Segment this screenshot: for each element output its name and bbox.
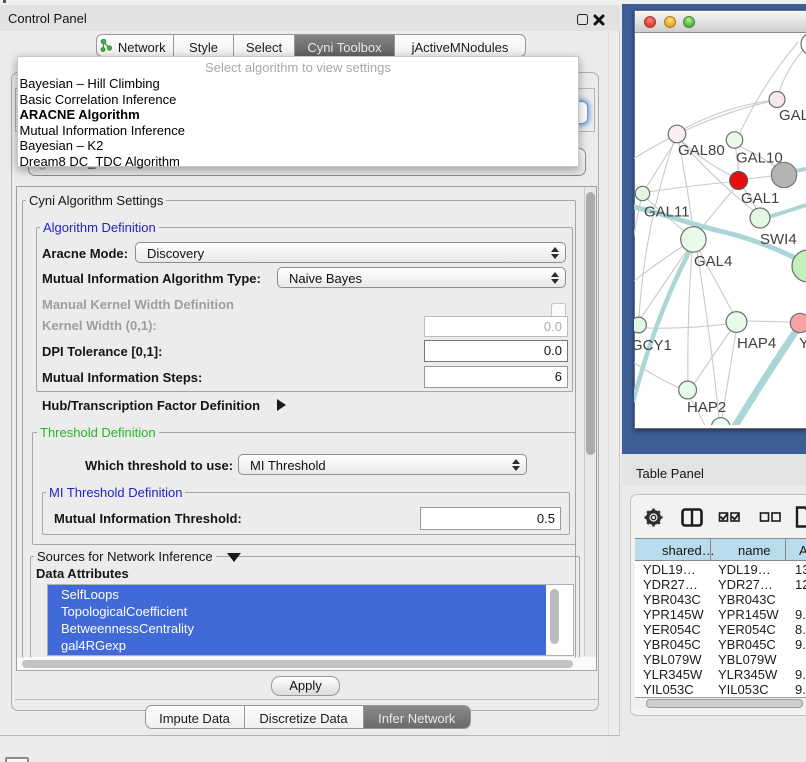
svg-text:GAL4: GAL4 xyxy=(694,253,732,270)
svg-text:GAL1: GAL1 xyxy=(741,190,779,207)
svg-text:Y: Y xyxy=(799,335,806,352)
svg-text:GAL80: GAL80 xyxy=(678,142,725,159)
svg-text:GAL: GAL xyxy=(779,107,806,124)
svg-text:HAP2: HAP2 xyxy=(687,399,726,416)
svg-text:GAL10: GAL10 xyxy=(736,150,783,167)
svg-text:SWI4: SWI4 xyxy=(760,231,797,248)
svg-text:GCY1: GCY1 xyxy=(634,337,672,354)
svg-text:HAP4: HAP4 xyxy=(737,335,776,352)
svg-text:GAL11: GAL11 xyxy=(644,204,690,221)
